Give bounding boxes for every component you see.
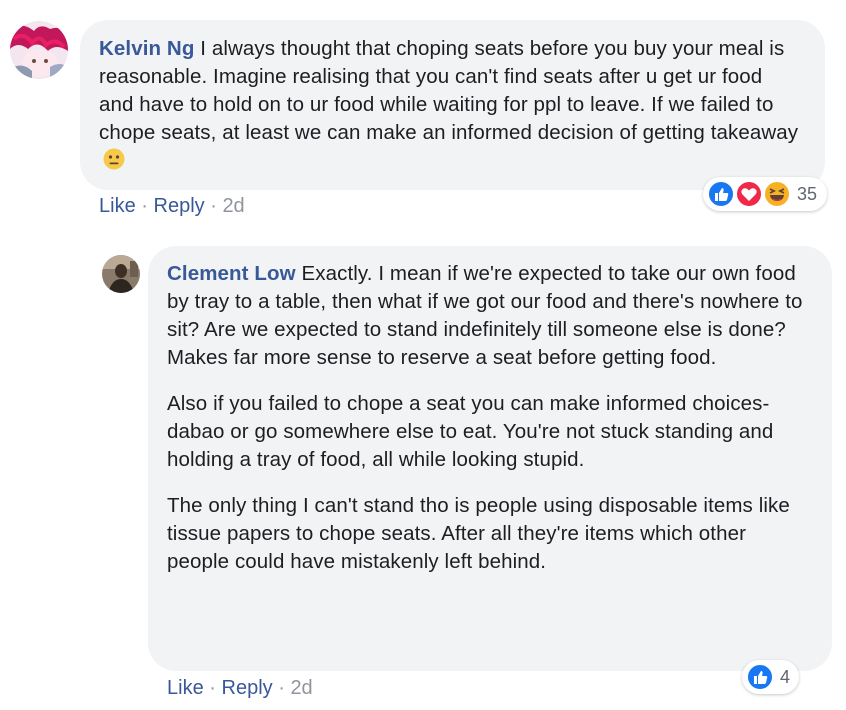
comment-bubble-kelvin-ng: Kelvin Ng I always thought that choping … [80, 20, 825, 190]
haha-icon [763, 180, 791, 208]
comment-paragraph-1: Clement Low Exactly. I mean if we're exp… [167, 260, 810, 372]
separator: · [278, 677, 285, 699]
author-name[interactable]: Clement Low [167, 262, 296, 285]
reaction-count: 4 [780, 666, 791, 687]
separator: · [210, 195, 217, 217]
reactions-summary[interactable]: 35 [703, 177, 828, 211]
comment-paragraph-3: The only thing I can't stand tho is peop… [167, 494, 790, 573]
avatar-image [10, 21, 68, 79]
like-link[interactable]: Like [167, 677, 204, 699]
avatar-kelvin-ng[interactable] [10, 21, 68, 79]
like-icon [746, 663, 774, 691]
reaction-count: 35 [797, 183, 818, 204]
reply-link[interactable]: Reply [222, 677, 273, 699]
separator: · [141, 195, 148, 217]
comment-actions-kelvin-ng: Like · Reply · 2d [99, 194, 245, 218]
timestamp[interactable]: 2d [222, 195, 244, 217]
timestamp[interactable]: 2d [290, 677, 312, 699]
comment-bubble-clement-low: Clement Low Exactly. I mean if we're exp… [148, 246, 832, 671]
author-name[interactable]: Kelvin Ng [99, 37, 194, 60]
reactions-summary[interactable]: 4 [742, 660, 800, 694]
comment-text: Kelvin Ng I always thought that choping … [99, 35, 801, 175]
like-link[interactable]: Like [99, 195, 136, 217]
reply-link[interactable]: Reply [154, 195, 205, 217]
avatar-clement-low[interactable] [102, 255, 140, 293]
avatar-image [102, 255, 140, 293]
separator: · [209, 677, 216, 699]
comment-paragraph-2: Also if you failed to chope a seat you c… [167, 392, 774, 471]
comment-body: I always thought that choping seats befo… [99, 37, 799, 144]
love-icon [735, 180, 763, 208]
comment-actions-clement-low: Like · Reply · 2d [167, 676, 313, 700]
like-icon [707, 180, 735, 208]
neutral-face-emoji-icon [103, 148, 125, 170]
